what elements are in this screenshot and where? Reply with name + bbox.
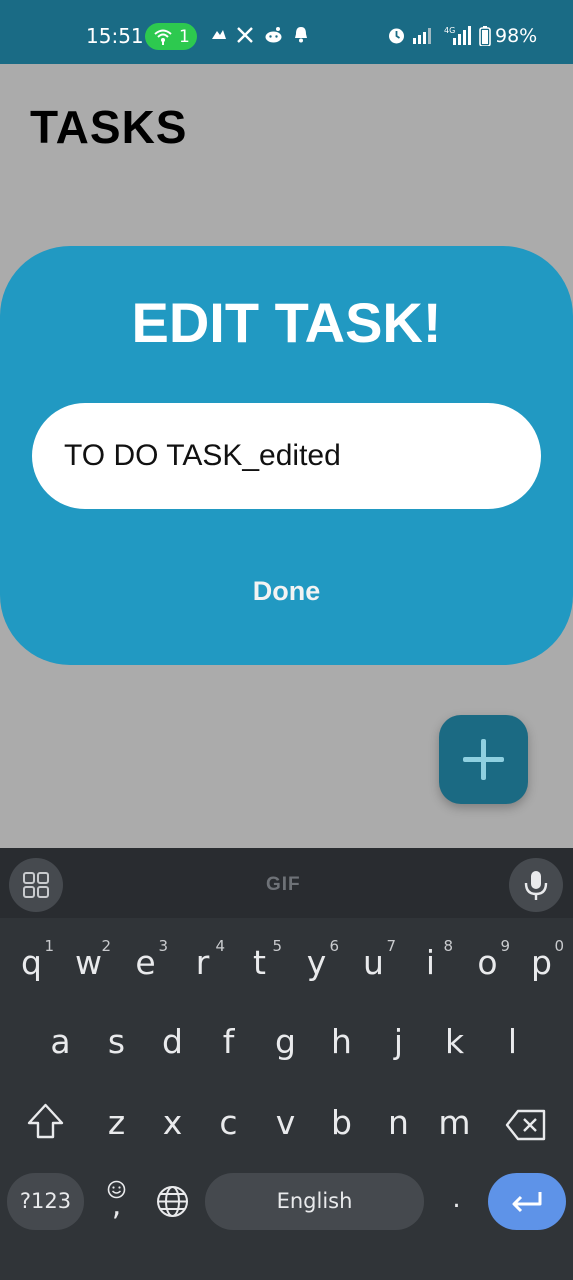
period-key[interactable]: . bbox=[428, 1168, 485, 1234]
backspace-icon bbox=[505, 1109, 546, 1141]
enter-key[interactable] bbox=[488, 1173, 566, 1230]
bell-icon bbox=[295, 27, 307, 43]
shift-key[interactable] bbox=[17, 1085, 74, 1155]
key-z[interactable]: z bbox=[88, 1083, 145, 1153]
plus-icon bbox=[463, 739, 504, 780]
signal-icon-1 bbox=[413, 28, 431, 44]
key-k[interactable]: k bbox=[426, 1002, 483, 1072]
alarm-icon bbox=[389, 28, 404, 44]
microphone-icon bbox=[524, 871, 548, 900]
network-type-label: 4G bbox=[444, 26, 455, 35]
key-t[interactable]: t5 bbox=[231, 923, 288, 993]
key-g[interactable]: g bbox=[257, 1002, 314, 1072]
key-y[interactable]: y6 bbox=[288, 923, 345, 993]
key-o[interactable]: o9 bbox=[459, 923, 516, 993]
emoji-comma-key[interactable]: , bbox=[88, 1168, 145, 1234]
key-r[interactable]: r4 bbox=[174, 923, 231, 993]
dialog-title: EDIT TASK! bbox=[131, 291, 442, 354]
notification-app-icon bbox=[212, 30, 226, 39]
hotspot-icon bbox=[154, 29, 172, 45]
key-v[interactable]: v bbox=[257, 1083, 314, 1153]
hotspot-count: 1 bbox=[179, 27, 190, 47]
key-x[interactable]: x bbox=[144, 1083, 201, 1153]
apps-button[interactable] bbox=[9, 858, 63, 912]
task-name-input[interactable] bbox=[32, 403, 541, 509]
key-c[interactable]: c bbox=[200, 1083, 257, 1153]
key-j[interactable]: j bbox=[370, 1002, 427, 1072]
gif-button[interactable]: GIF bbox=[266, 874, 301, 896]
key-h[interactable]: h bbox=[313, 1002, 370, 1072]
battery-percentage: 98% bbox=[495, 25, 538, 47]
page-title: TASKS bbox=[30, 101, 188, 153]
key-q[interactable]: q1 bbox=[3, 923, 60, 993]
language-key[interactable] bbox=[144, 1168, 201, 1234]
backspace-key[interactable] bbox=[498, 1085, 555, 1155]
comma-label: , bbox=[111, 1188, 122, 1223]
key-u[interactable]: u7 bbox=[345, 923, 402, 993]
shift-icon bbox=[27, 1103, 64, 1139]
key-b[interactable]: b bbox=[313, 1083, 370, 1153]
battery-icon bbox=[479, 26, 491, 46]
key-s[interactable]: s bbox=[88, 1002, 145, 1072]
key-n[interactable]: n bbox=[370, 1083, 427, 1153]
key-d[interactable]: d bbox=[144, 1002, 201, 1072]
key-m[interactable]: m bbox=[426, 1083, 483, 1153]
key-e[interactable]: e3 bbox=[117, 923, 174, 993]
key-w[interactable]: w2 bbox=[60, 923, 117, 993]
globe-icon bbox=[157, 1186, 188, 1217]
symbols-key[interactable]: ?123 bbox=[7, 1173, 84, 1230]
status-time: 15:51 bbox=[86, 24, 144, 48]
signal-icon-2: 4G bbox=[444, 26, 471, 45]
enter-icon bbox=[512, 1192, 542, 1213]
reddit-icon bbox=[265, 27, 282, 43]
key-f[interactable]: f bbox=[200, 1002, 257, 1072]
key-i[interactable]: i8 bbox=[402, 923, 459, 993]
grid-icon bbox=[23, 872, 49, 898]
status-bar: 15:51 1 4G 98% bbox=[0, 0, 573, 64]
voice-input-button[interactable] bbox=[509, 858, 563, 912]
edit-task-dialog: EDIT TASK! Done bbox=[0, 246, 573, 665]
x-icon bbox=[237, 27, 253, 43]
key-a[interactable]: a bbox=[32, 1002, 89, 1072]
done-button[interactable]: Done bbox=[200, 576, 373, 618]
key-p[interactable]: p0 bbox=[513, 923, 570, 993]
hotspot-badge: 1 bbox=[145, 23, 197, 50]
space-key[interactable]: English bbox=[205, 1173, 424, 1230]
key-l[interactable]: l bbox=[484, 1002, 541, 1072]
add-task-button[interactable] bbox=[439, 715, 528, 804]
